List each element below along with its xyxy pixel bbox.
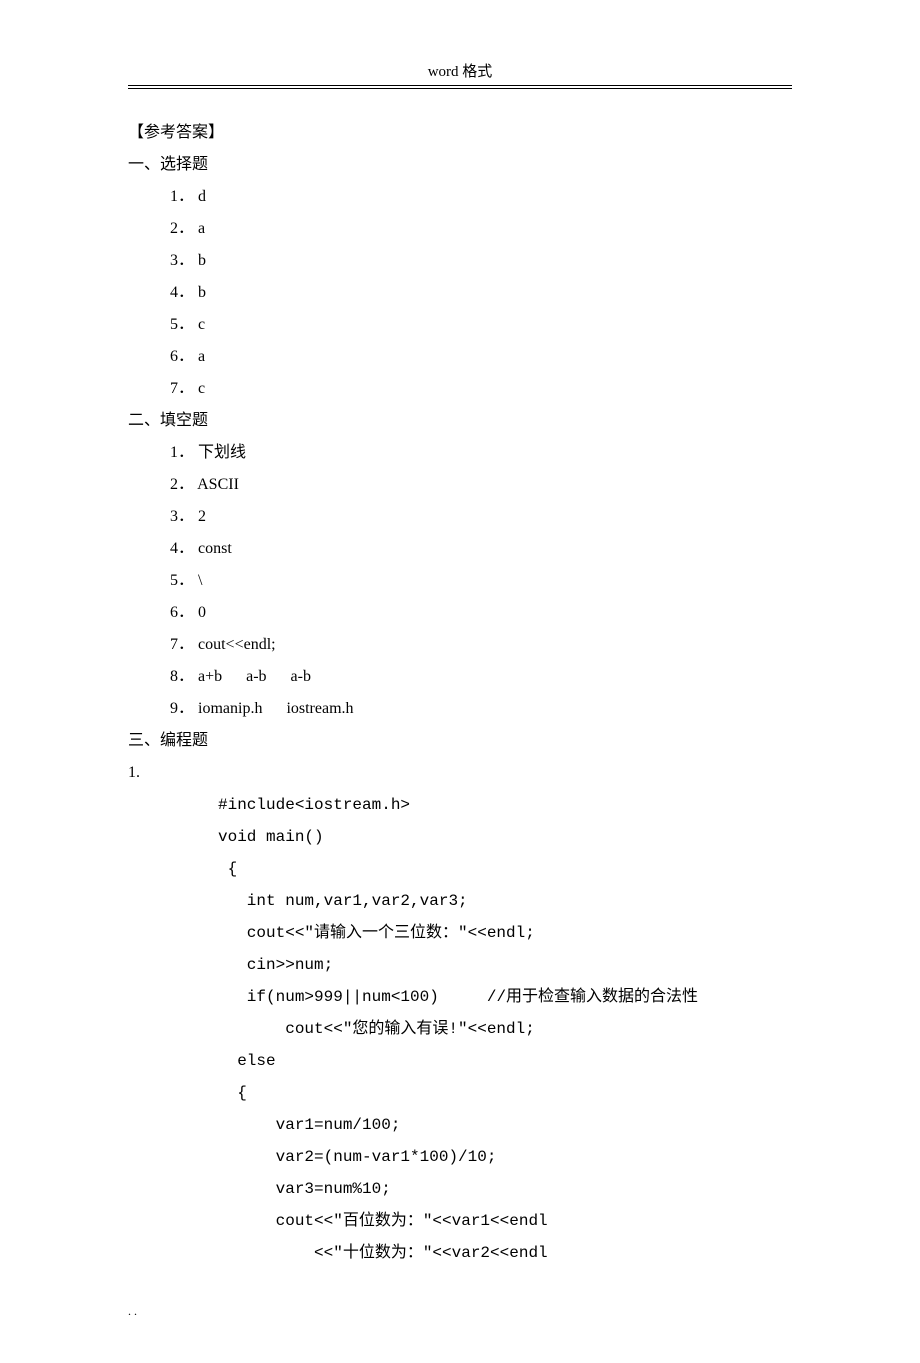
footer-dots: . .: [128, 1299, 792, 1323]
code-line-8: cout<<"您的输入有误!"<<endl;: [218, 1013, 792, 1045]
code-line-2: void main(): [218, 821, 792, 853]
document-page: word 格式 【参考答案】 一、选择题 1． d 2． a 3． b 4． b…: [0, 0, 920, 1363]
s1-item-5: 5． c: [128, 309, 792, 341]
code-line-14: cout<<"百位数为："<<var1<<endl: [218, 1205, 792, 1237]
s1-item-1: 1． d: [128, 181, 792, 213]
section-1-heading: 一、选择题: [128, 149, 792, 181]
code-block: #include<iostream.h> void main() { int n…: [128, 789, 792, 1269]
header-rule-thin: [128, 88, 792, 89]
code-line-15: <<"十位数为："<<var2<<endl: [218, 1237, 792, 1269]
s2-item-6: 6． 0: [128, 597, 792, 629]
page-header: word 格式: [128, 60, 792, 81]
s2-item-9: 9． iomanip.h iostream.h: [128, 693, 792, 725]
code-line-12: var2=(num-var1*100)/10;: [218, 1141, 792, 1173]
s1-item-4: 4． b: [128, 277, 792, 309]
section-3-heading: 三、编程题: [128, 725, 792, 757]
code-line-3: {: [218, 853, 792, 885]
s1-item-3: 3． b: [128, 245, 792, 277]
s2-item-7: 7． cout<<endl;: [128, 629, 792, 661]
s2-item-2: 2． ASCII: [128, 469, 792, 501]
code-line-1: #include<iostream.h>: [218, 789, 792, 821]
s1-item-6: 6． a: [128, 341, 792, 373]
code-line-6: cin>>num;: [218, 949, 792, 981]
code-line-9: else: [218, 1045, 792, 1077]
content-body: 【参考答案】 一、选择题 1． d 2． a 3． b 4． b 5． c 6．…: [128, 117, 792, 1323]
code-line-13: var3=num%10;: [218, 1173, 792, 1205]
header-rule-thick: [128, 85, 792, 86]
s1-item-2: 2． a: [128, 213, 792, 245]
answer-title: 【参考答案】: [128, 117, 792, 149]
section-2-heading: 二、填空题: [128, 405, 792, 437]
s1-item-7: 7． c: [128, 373, 792, 405]
code-line-11: var1=num/100;: [218, 1109, 792, 1141]
s3-item-num: 1.: [128, 757, 792, 789]
s2-item-4: 4． const: [128, 533, 792, 565]
s2-item-1: 1． 下划线: [128, 437, 792, 469]
s2-item-5: 5． \: [128, 565, 792, 597]
code-line-7: if(num>999||num<100) //用于检查输入数据的合法性: [218, 981, 792, 1013]
s2-item-3: 3． 2: [128, 501, 792, 533]
code-line-10: {: [218, 1077, 792, 1109]
code-line-4: int num,var1,var2,var3;: [218, 885, 792, 917]
s2-item-8: 8． a+b a-b a-b: [128, 661, 792, 693]
code-line-5: cout<<"请输入一个三位数："<<endl;: [218, 917, 792, 949]
